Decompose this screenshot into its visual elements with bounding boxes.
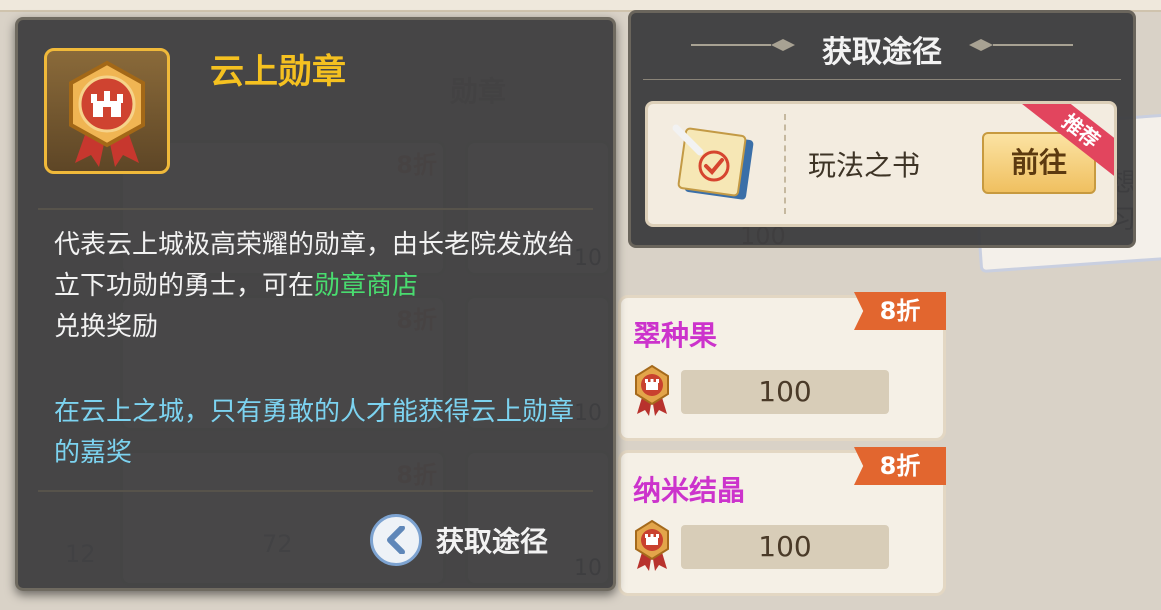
item-name: 翠种果	[633, 319, 718, 352]
acquire-source-label: 获取途径	[436, 525, 549, 558]
divider	[643, 79, 1121, 80]
item-icon-frame	[44, 48, 170, 174]
item-title: 云上勋章	[210, 52, 346, 92]
ornament-right-icon	[969, 39, 1073, 51]
item-name: 纳米结晶	[633, 474, 746, 507]
book-icon	[672, 124, 754, 200]
medal-shop-link[interactable]: 勋章商店	[314, 271, 418, 301]
medal-icon	[635, 364, 669, 416]
divider	[38, 208, 593, 210]
item-flavor-text: 在云上之城，只有勇敢的人才能获得云上勋章的嘉奖	[54, 397, 575, 468]
medal-icon	[635, 519, 669, 571]
price-bar: 100	[681, 525, 889, 569]
item-description: 代表云上城极高荣耀的勋章，由长老院发放给立下功勋的勇士，可在勋章商店 兑换奖励	[54, 225, 584, 348]
divider	[38, 490, 593, 492]
price-bar: 100	[681, 370, 889, 414]
source-panel: 获取途径 玩法之书 前往 推荐	[628, 10, 1136, 248]
source-name: 玩法之书	[808, 149, 921, 182]
discount-badge: 8折	[854, 447, 946, 485]
item-tooltip: 云上勋章 代表云上城极高荣耀的勋章，由长老院发放给立下功勋的勇士，可在勋章商店兑…	[15, 17, 616, 591]
medal-icon	[69, 60, 145, 167]
shop-item-card[interactable]: 纳米结晶 8折 100	[618, 447, 946, 596]
description-text: 兑换奖励	[54, 312, 159, 342]
shop-item-card[interactable]: 翠种果 8折 100	[618, 292, 946, 441]
source-entry[interactable]: 玩法之书 前往 推荐	[645, 101, 1117, 227]
discount-badge: 8折	[854, 292, 946, 330]
divider	[784, 114, 786, 214]
acquire-source-button[interactable]: 获取途径	[370, 512, 548, 568]
chevron-left-icon	[370, 514, 422, 566]
